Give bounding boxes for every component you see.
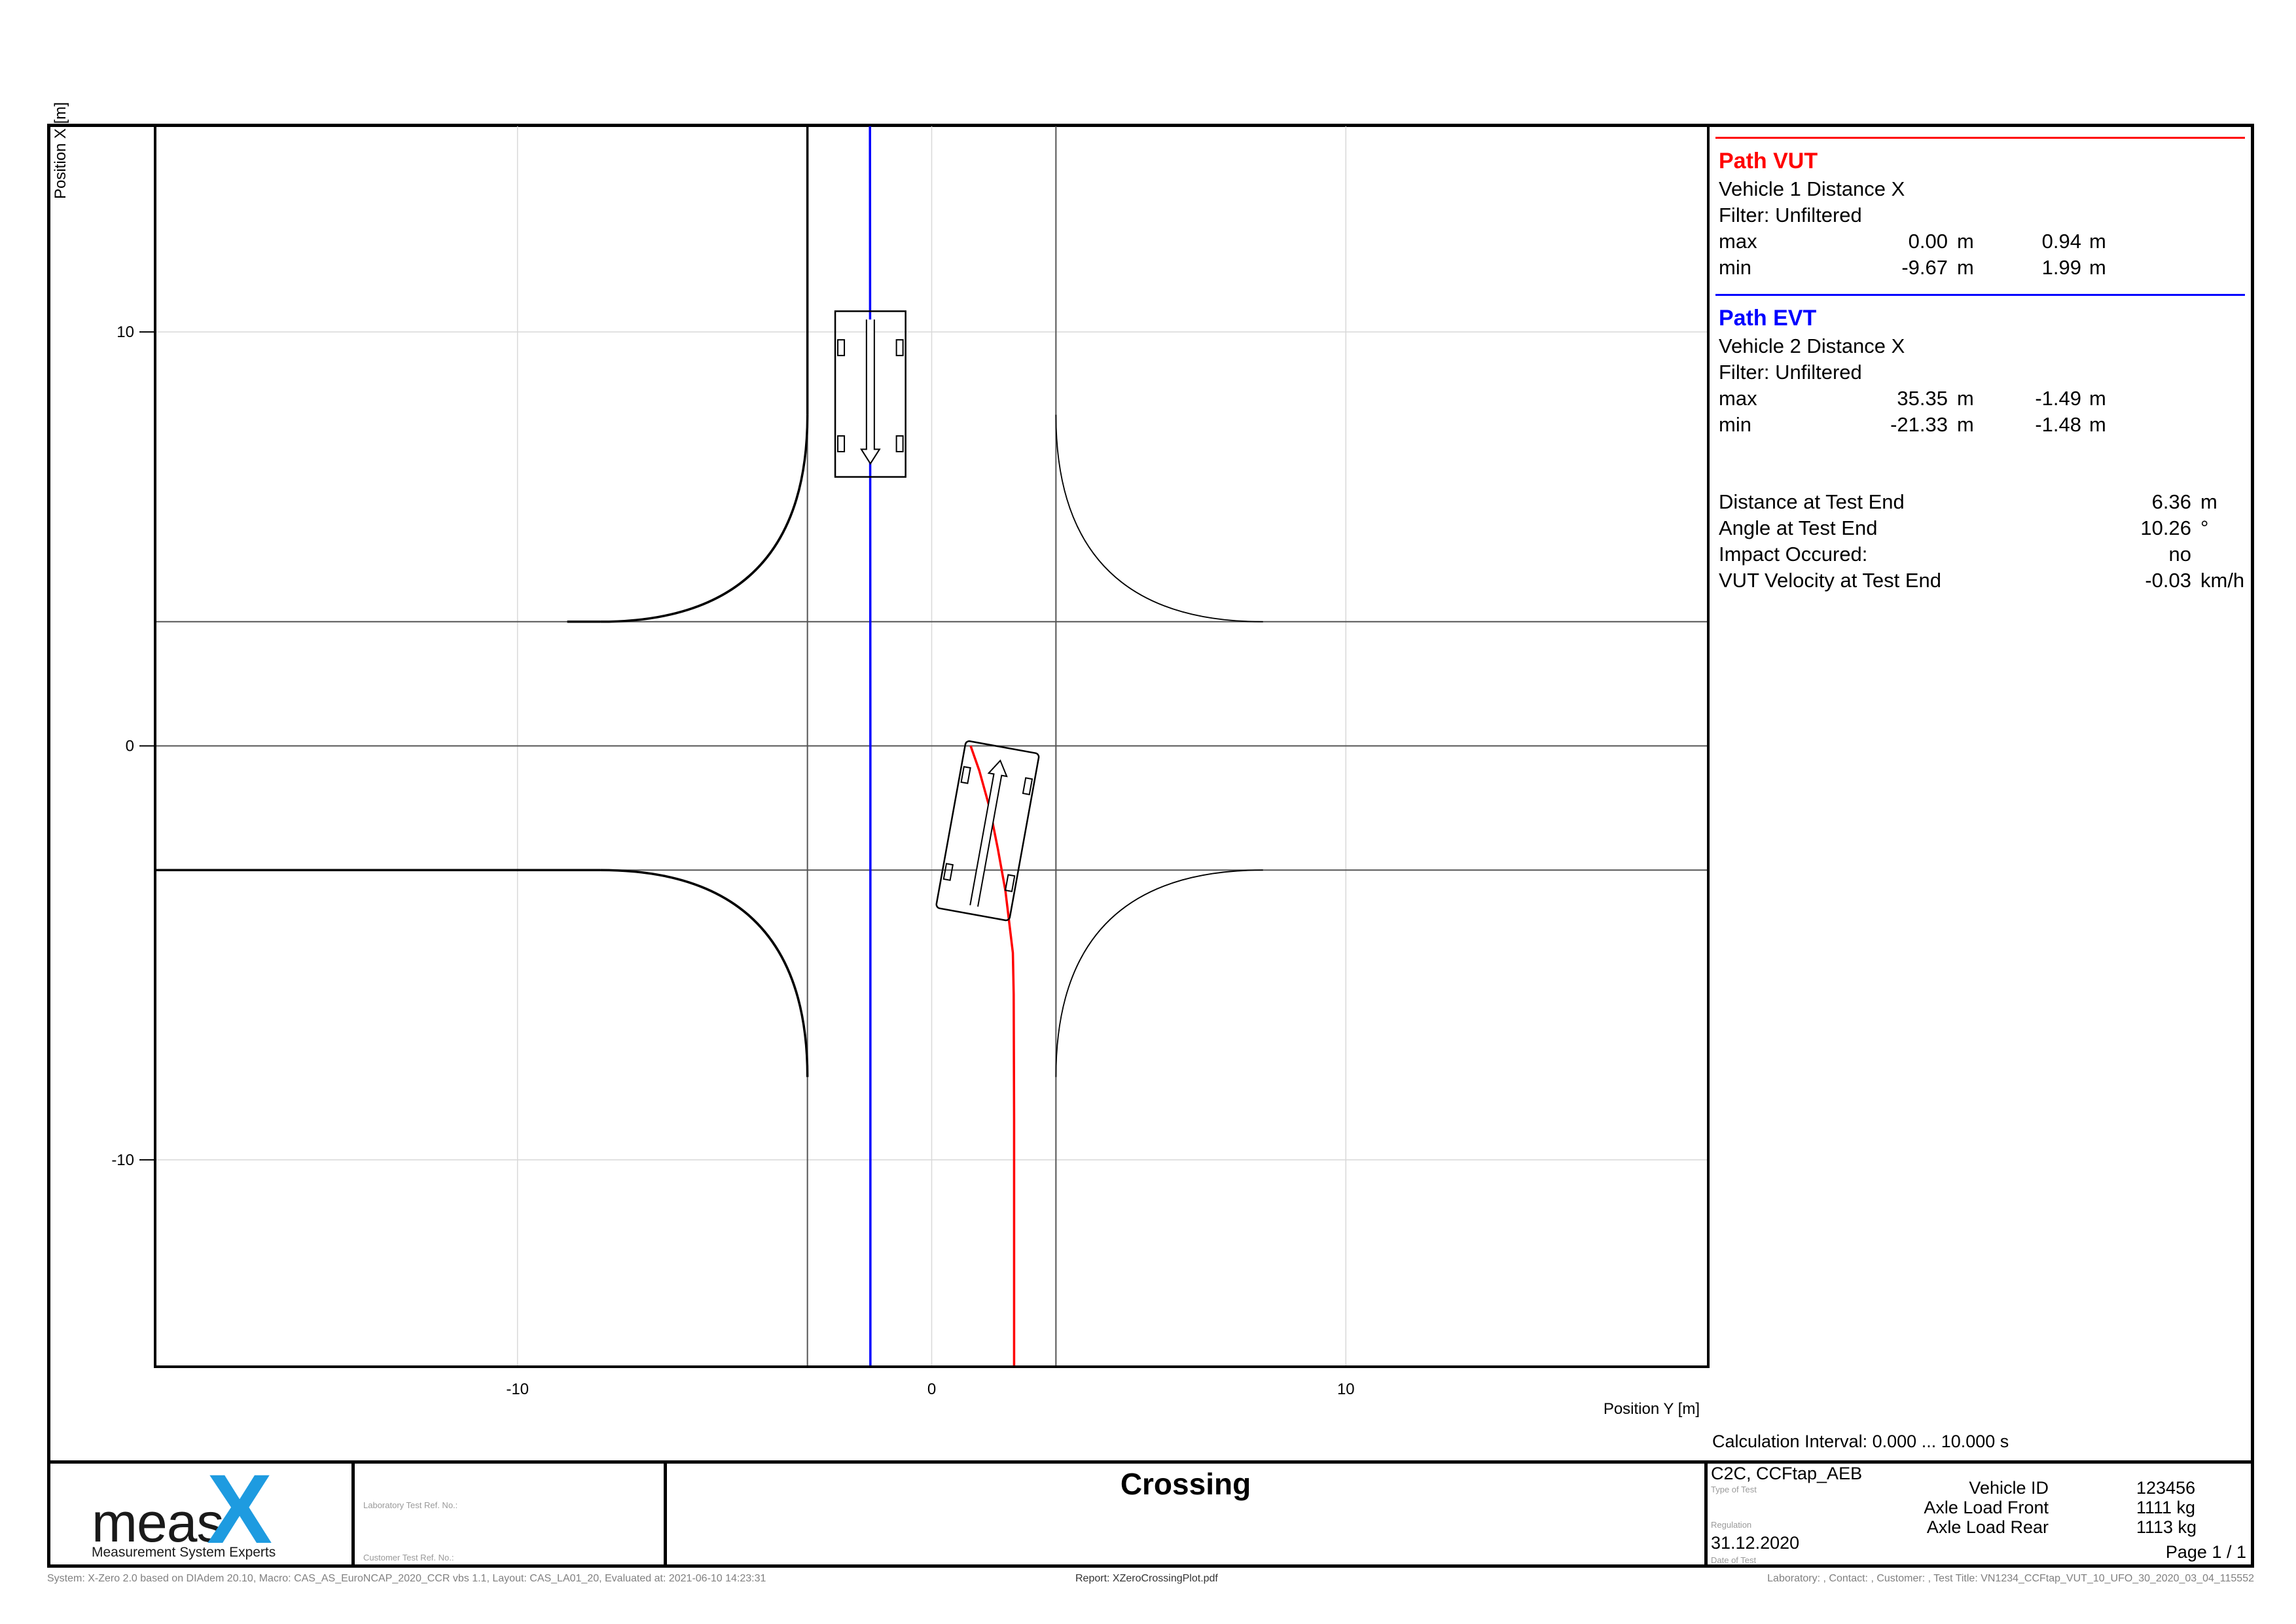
vehicle-evt <box>834 310 906 478</box>
angle-value: 10.26 <box>2140 516 2191 539</box>
vut-max-u1: m <box>1957 230 1974 253</box>
series-line-vut <box>969 745 1016 1367</box>
vehicle-heading-arrow <box>860 319 881 465</box>
vehicles <box>834 310 1040 922</box>
vehicle-wheel <box>895 435 904 452</box>
lab-ref-label: Laboratory Test Ref. No.: <box>363 1500 458 1510</box>
y-tick-label: 0 <box>126 738 134 755</box>
vut-title: Path VUT <box>1719 149 1818 173</box>
vehicle-wheel <box>1004 874 1016 893</box>
vut-min-u2: m <box>2089 256 2106 279</box>
system-info: System: X-Zero 2.0 based on DIAdem 20.10… <box>47 1573 766 1584</box>
road-curb-corner <box>600 414 809 623</box>
type-of-test: C2C, CCFtap_AEB <box>1711 1464 1863 1483</box>
evt-min-v1: -21.33 <box>1890 413 1948 436</box>
vut-min-v2: 1.99 <box>2041 256 2081 279</box>
vut-max-label: max <box>1719 230 1757 253</box>
type-of-test-label: Type of Test <box>1711 1485 1757 1494</box>
evt-min-u1: m <box>1957 413 1974 436</box>
impact-value: no <box>2168 543 2191 566</box>
vehicle-heading-arrow <box>969 759 1008 907</box>
report-title: Crossing <box>1120 1467 1251 1501</box>
y-tick-label: 10 <box>117 323 134 341</box>
velocity-unit: km/h <box>2200 569 2245 592</box>
impact-label: Impact Occured: <box>1719 543 1868 566</box>
y-tick-label: -10 <box>111 1151 134 1169</box>
vut-max-v1: 0.00 <box>1908 230 1948 253</box>
measx-logo: meas X Measurement System Experts <box>79 1460 340 1563</box>
vut-min-v1: -9.67 <box>1901 256 1948 279</box>
vut-max-v2: 0.94 <box>2041 230 2081 253</box>
vut-subtitle: Vehicle 1 Distance X <box>1719 177 1905 200</box>
cust-ref-label: Customer Test Ref. No.: <box>363 1553 454 1562</box>
test-info: Laboratory: , Contact: , Customer: , Tes… <box>1767 1573 2254 1584</box>
logo-tagline: Measurement System Experts <box>92 1545 276 1560</box>
vut-min-u1: m <box>1957 256 1974 279</box>
vehicle-vut <box>935 740 1040 922</box>
y-axis-title: Position X [m] <box>52 102 69 199</box>
evt-min-label: min <box>1719 413 1751 436</box>
x-tick-label: 10 <box>1337 1380 1355 1398</box>
axle-front: 1111 kg <box>2136 1498 2196 1517</box>
evt-subtitle: Vehicle 2 Distance X <box>1719 334 1905 357</box>
road-curb-corner <box>1055 414 1263 623</box>
evt-rule <box>1715 294 2245 296</box>
velocity-label: VUT Velocity at Test End <box>1719 569 1942 592</box>
distance-value: 6.36 <box>2151 490 2191 513</box>
distance-unit: m <box>2200 490 2217 513</box>
vut-filter: Filter: Unfiltered <box>1719 204 1862 226</box>
evt-max-v1: 35.35 <box>1897 387 1948 410</box>
axle-front-label: Axle Load Front <box>1924 1498 2049 1517</box>
evt-max-v2: -1.49 <box>2035 387 2081 410</box>
evt-title: Path EVT <box>1719 306 1817 331</box>
evt-filter: Filter: Unfiltered <box>1719 361 1862 384</box>
evt-max-u1: m <box>1957 387 1974 410</box>
road-curb-corner <box>600 869 809 1077</box>
x-axis-title: Position Y [m] <box>1604 1400 1700 1418</box>
vehicle-wheel <box>960 766 971 784</box>
report-file: Report: XZeroCrossingPlot.pdf <box>1075 1573 1218 1584</box>
date-of-test-label: Date of Test <box>1711 1555 1757 1565</box>
vut-min-label: min <box>1719 256 1751 279</box>
vehicle-id-label: Vehicle ID <box>1969 1478 2049 1498</box>
vehicle-wheel <box>895 339 904 357</box>
tick-labels: -10 0 10 10 0 -10 <box>111 323 1354 1398</box>
axle-rear-label: Axle Load Rear <box>1926 1517 2049 1537</box>
road-curb-corner <box>1055 869 1263 1077</box>
vehicle-wheel <box>1022 777 1033 795</box>
evt-max-label: max <box>1719 387 1757 410</box>
date-of-test: 31.12.2020 <box>1711 1533 1800 1553</box>
evt-min-u2: m <box>2089 413 2106 436</box>
distance-label: Distance at Test End <box>1719 490 1905 513</box>
page-number: Page 1 / 1 <box>2165 1542 2246 1562</box>
vehicle-id: 123456 <box>2136 1478 2196 1498</box>
calc-interval: Calculation Interval: 0.000 ... 10.000 s <box>1712 1432 2009 1451</box>
footer-divider-1 <box>351 1460 355 1568</box>
vut-max-u2: m <box>2089 230 2106 253</box>
logo-x: X <box>207 1454 273 1564</box>
evt-max-u2: m <box>2089 387 2106 410</box>
axle-rear: 1113 kg <box>2136 1517 2197 1537</box>
regulation-label: Regulation <box>1711 1520 1752 1530</box>
vehicle-wheel <box>837 339 846 357</box>
vehicle-wheel <box>942 863 954 881</box>
footer-divider-3 <box>1704 1460 1708 1568</box>
x-tick-label: -10 <box>506 1380 529 1398</box>
footer-top-rule <box>47 1460 2254 1464</box>
vehicle-wheel <box>837 435 846 452</box>
vut-rule <box>1715 137 2245 139</box>
angle-label: Angle at Test End <box>1719 516 1878 539</box>
velocity-value: -0.03 <box>2145 569 2191 592</box>
info-panel: Path VUT Vehicle 1 Distance X Filter: Un… <box>1706 124 2254 1463</box>
x-tick-label: 0 <box>927 1380 936 1398</box>
evt-min-v2: -1.48 <box>2035 413 2081 436</box>
angle-unit: ° <box>2200 516 2209 539</box>
